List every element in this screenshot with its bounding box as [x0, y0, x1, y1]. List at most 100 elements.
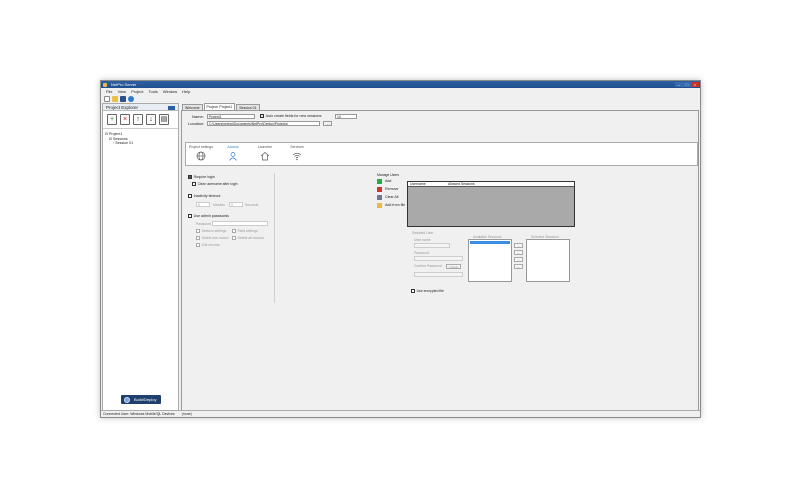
location-input[interactable]: C:\Users\netpro\Documents\NetPro\Deploy\…: [207, 120, 320, 126]
move-all-left-button[interactable]: «: [514, 264, 523, 269]
explorer-toolbar: + × ↑ ↓ ▤: [103, 111, 178, 129]
opt-field-settings-checkbox[interactable]: [232, 229, 236, 233]
minimize-button[interactable]: –: [675, 82, 683, 87]
col-allowed-sessions[interactable]: Allowed Sessions: [448, 182, 475, 187]
title-bar: NetPro Server – □ ×: [101, 81, 700, 88]
move-down-icon[interactable]: ↓: [146, 114, 156, 125]
col-username[interactable]: Username: [410, 182, 426, 187]
move-up-icon[interactable]: ↑: [133, 114, 143, 125]
auto-create-count[interactable]: 10: [335, 113, 357, 119]
open-folder-icon[interactable]: [112, 96, 118, 102]
menu-window[interactable]: Window: [163, 88, 177, 95]
name-label: Name:: [192, 114, 204, 119]
browse-button[interactable]: ...: [323, 120, 332, 126]
tab-project[interactable]: Project: Project1: [203, 103, 236, 110]
require-login-option[interactable]: Require login: [188, 175, 215, 179]
opt-session-settings-checkbox[interactable]: [196, 229, 200, 233]
available-sessions-list[interactable]: [468, 239, 512, 282]
tab-launcher[interactable]: Launcher: [250, 145, 280, 161]
close-button[interactable]: ×: [691, 82, 699, 87]
properties-icon[interactable]: ▤: [159, 114, 169, 125]
project-tree: ⊟ Project1 ⊟ Sessions ▫ Session 01: [103, 129, 178, 149]
tree-sessions-label: Sessions: [113, 136, 128, 141]
selected-sessions-list[interactable]: [526, 239, 570, 282]
opt-delete-all[interactable]: Delete all records: [232, 236, 264, 240]
pin-icon[interactable]: [168, 105, 175, 110]
password-input[interactable]: [414, 256, 463, 261]
update-button[interactable]: Update: [446, 264, 461, 269]
maximize-button[interactable]: □: [683, 82, 691, 87]
app-window: NetPro Server – □ × File View Project To…: [100, 80, 701, 418]
move-left-button[interactable]: ‹: [514, 257, 523, 262]
users-grid-header: Username Allowed Sessions: [408, 182, 574, 187]
services-label: Services: [290, 145, 304, 149]
minutes-input[interactable]: 0: [196, 202, 210, 207]
tab-access[interactable]: Access: [218, 145, 248, 161]
save-icon[interactable]: [120, 96, 126, 102]
opt-delete-one-label: Delete one record: [201, 236, 229, 240]
clear-all-button[interactable]: Clear All: [377, 193, 398, 201]
encrypted-file-checkbox[interactable]: [411, 289, 415, 293]
opt-field-settings[interactable]: Field settings: [232, 229, 258, 233]
add-from-file-button[interactable]: Add from file: [377, 201, 405, 209]
status-value: (none): [181, 412, 192, 416]
clear-username-checkbox[interactable]: [192, 182, 196, 186]
encrypted-file-option[interactable]: Use encrypted file: [411, 289, 444, 293]
opt-field-settings-label: Field settings: [237, 229, 258, 233]
opt-session-settings-label: Session settings: [201, 229, 227, 233]
confirm-password-label: Confirm Password: [414, 264, 442, 268]
users-grid[interactable]: Username Allowed Sessions: [407, 181, 575, 227]
opt-session-settings[interactable]: Session settings: [196, 229, 226, 233]
toolbar: [101, 95, 700, 103]
menu-tools[interactable]: Tools: [149, 88, 158, 95]
admin-passwords-checkbox[interactable]: [188, 214, 192, 218]
admin-password-input[interactable]: [212, 221, 268, 226]
project-settings-label: Project settings: [189, 145, 213, 149]
move-all-right-button[interactable]: »: [514, 250, 523, 255]
project-name-input[interactable]: Project1: [207, 113, 255, 119]
username-input[interactable]: [414, 243, 450, 248]
remove-user-label: Remove: [385, 187, 399, 191]
help-icon[interactable]: [128, 96, 134, 102]
seconds-input[interactable]: 0: [229, 202, 243, 207]
tab-services[interactable]: Services: [282, 145, 312, 161]
new-file-icon[interactable]: [104, 96, 110, 102]
move-right-button[interactable]: ›: [514, 243, 523, 248]
menu-bar: File View Project Tools Window Help: [101, 88, 700, 95]
require-login-checkbox[interactable]: [188, 175, 192, 179]
tab-project-settings[interactable]: Project settings: [186, 145, 216, 161]
menu-file[interactable]: File: [106, 88, 112, 95]
gear-icon: [124, 396, 130, 403]
auto-create-checkbox[interactable]: [260, 114, 264, 118]
add-user-label: Add: [385, 179, 392, 183]
confirm-password-input[interactable]: [414, 272, 463, 277]
menu-project[interactable]: Project: [131, 88, 143, 95]
build-deploy-button[interactable]: Build/Deploy: [121, 395, 161, 404]
opt-delete-one[interactable]: Delete one record: [196, 236, 229, 240]
remove-user-button[interactable]: Remove: [377, 185, 398, 193]
add-user-button[interactable]: Add: [377, 177, 391, 185]
tree-item-session[interactable]: ▫ Session 01: [105, 141, 176, 146]
clear-username-option[interactable]: Clear username after login: [192, 182, 238, 186]
project-explorer: Project Explorer + × ↑ ↓ ▤ ⊟ Project1 ⊟ …: [102, 103, 179, 411]
add-icon[interactable]: +: [107, 114, 117, 125]
admin-passwords-option[interactable]: Use admin passwords: [188, 214, 229, 218]
clear-all-label: Clear All: [385, 195, 399, 199]
username-label: User name: [414, 238, 431, 242]
available-session-selected[interactable]: [470, 241, 510, 244]
require-login-label: Require login: [193, 175, 215, 179]
app-icon: [103, 82, 107, 87]
inactivity-checkbox[interactable]: [188, 194, 192, 198]
opt-edit-records[interactable]: Edit records: [196, 243, 220, 247]
menu-help[interactable]: Help: [182, 88, 190, 95]
inactivity-option[interactable]: Inactivity timeout: [188, 194, 220, 198]
opt-edit-records-checkbox[interactable]: [196, 243, 200, 247]
menu-view[interactable]: View: [117, 88, 126, 95]
section-divider: [274, 173, 275, 303]
app-title: NetPro Server: [111, 82, 137, 87]
opt-delete-all-checkbox[interactable]: [232, 236, 236, 240]
delete-icon[interactable]: ×: [120, 114, 130, 125]
auto-create-option[interactable]: Auto create fields for new sessions:: [260, 114, 322, 118]
opt-delete-one-checkbox[interactable]: [196, 236, 200, 240]
explorer-title: Project Explorer: [106, 105, 139, 110]
